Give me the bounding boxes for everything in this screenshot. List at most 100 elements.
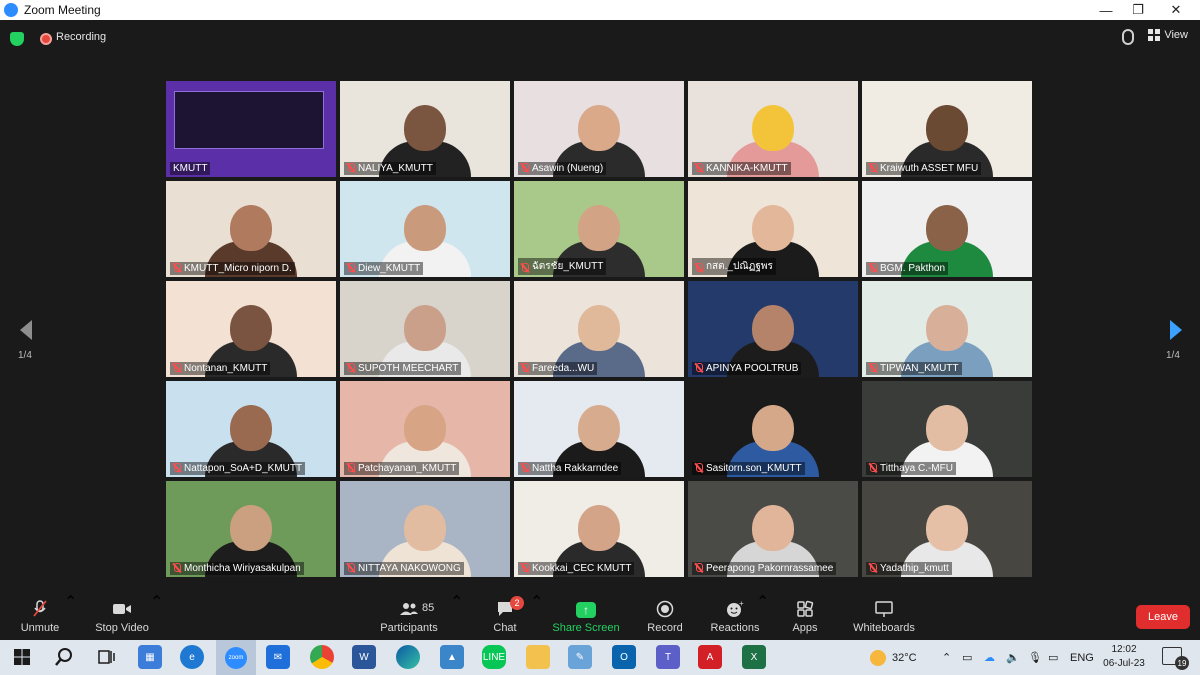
participant-tile[interactable]: Fareeda...WU: [514, 281, 684, 377]
task-view-icon[interactable]: [94, 645, 118, 669]
participant-face: [230, 305, 272, 351]
participant-tile[interactable]: ฉัตรชัย_KMUTT: [514, 181, 684, 277]
stop-video-button[interactable]: Stop Video: [92, 592, 152, 640]
participant-tile[interactable]: NALIYA_KMUTT: [340, 81, 510, 177]
notification-center-icon[interactable]: 19: [1162, 647, 1189, 670]
audio-options-chevron-up-icon[interactable]: ⌃: [64, 592, 77, 618]
maximize-button[interactable]: ❐: [1120, 0, 1156, 20]
participant-name: NALIYA_KMUTT: [344, 162, 436, 175]
muted-mic-icon: [521, 463, 529, 472]
unmute-button[interactable]: Unmute: [18, 592, 62, 640]
network-icon[interactable]: ▭: [962, 640, 972, 675]
video-options-chevron-up-icon[interactable]: ⌃: [150, 592, 163, 618]
whiteboards-button[interactable]: Whiteboards: [852, 592, 916, 640]
muted-mic-icon: [869, 363, 877, 372]
microphone-icon[interactable]: 🎙: [1028, 640, 1042, 675]
view-label: View: [1164, 29, 1188, 41]
teams-app-icon[interactable]: T: [656, 645, 680, 669]
participant-tile[interactable]: Nontanan_KMUTT: [166, 281, 336, 377]
onedrive-cloud-icon[interactable]: ☁: [984, 640, 995, 675]
meeting-toolbar: Unmute ⌃ Stop Video ⌃ 85 Participants ⌃ …: [0, 592, 1200, 640]
record-button[interactable]: Record: [645, 592, 685, 640]
participant-face: [926, 405, 968, 451]
previous-page-arrow-icon[interactable]: [16, 318, 36, 342]
participant-tile[interactable]: KMUTT: [166, 81, 336, 177]
reactions-options-chevron-up-icon[interactable]: ⌃: [756, 592, 769, 618]
weather-sun-icon: [870, 649, 886, 666]
participant-tile[interactable]: Diew_KMUTT: [340, 181, 510, 277]
participant-tile[interactable]: Titthaya C.-MFU: [862, 381, 1032, 477]
muted-mic-icon: [695, 263, 703, 272]
participant-face: [752, 505, 794, 551]
participant-name: Nattapon_SoA+D_KMUTT: [170, 462, 306, 475]
reactions-button[interactable]: + Reactions: [710, 592, 760, 640]
participant-face: [404, 305, 446, 351]
notepad-app-icon[interactable]: ✎: [568, 645, 592, 669]
participant-tile[interactable]: Asawin (Nueng): [514, 81, 684, 177]
system-clock[interactable]: 12:02 06-Jul-23: [1098, 643, 1150, 671]
close-button[interactable]: ✕: [1158, 0, 1194, 20]
participant-tile[interactable]: Kookkai_CEC KMUTT: [514, 481, 684, 577]
participant-tile[interactable]: Monthicha Wiriyasakulpan: [166, 481, 336, 577]
volume-speaker-icon[interactable]: 🔈: [1006, 640, 1020, 675]
photos-app-icon[interactable]: ▲: [440, 645, 464, 669]
participant-face: [230, 405, 272, 451]
participant-tile[interactable]: Sasitorn.son_KMUTT: [688, 381, 858, 477]
participant-tile[interactable]: Nattha Rakkarndee: [514, 381, 684, 477]
share-screen-button[interactable]: ↑ Share Screen: [552, 592, 620, 640]
meeting-top-strip: Recording View: [0, 20, 1200, 60]
outlook-app-icon[interactable]: O: [612, 645, 636, 669]
participant-face: [404, 105, 446, 151]
participant-tile[interactable]: Nattapon_SoA+D_KMUTT: [166, 381, 336, 477]
chat-options-chevron-up-icon[interactable]: ⌃: [530, 592, 543, 618]
recording-label[interactable]: Recording: [56, 31, 106, 43]
internet-explorer-icon[interactable]: e: [180, 645, 204, 669]
view-button[interactable]: View: [1148, 29, 1188, 41]
mail-app-icon[interactable]: ✉: [266, 645, 290, 669]
chat-button[interactable]: 2 Chat: [488, 592, 524, 640]
file-explorer-icon[interactable]: [526, 645, 550, 669]
participant-tile[interactable]: Kraiwuth ASSET MFU: [862, 81, 1032, 177]
leave-button[interactable]: Leave: [1136, 605, 1190, 629]
store-app-icon[interactable]: ▦: [138, 645, 162, 669]
next-page-arrow-icon[interactable]: [1166, 318, 1186, 342]
participant-tile[interactable]: กสต._ปณิฏฐพร: [688, 181, 858, 277]
muted-mic-icon: [347, 363, 355, 372]
windows-start-icon[interactable]: [10, 645, 34, 669]
excel-app-icon[interactable]: X: [742, 645, 766, 669]
temperature: 32°C: [892, 651, 917, 664]
page-indicator-right: 1/4: [1166, 350, 1180, 361]
word-app-icon[interactable]: W: [352, 645, 376, 669]
chrome-browser-icon[interactable]: [310, 645, 334, 669]
security-shield-icon[interactable]: [10, 32, 24, 46]
participant-tile[interactable]: SUPOTH MEECHART: [340, 281, 510, 377]
participant-name: SUPOTH MEECHART: [344, 362, 462, 375]
window-title: Zoom Meeting: [24, 3, 101, 17]
zoom-taskbar-button[interactable]: zoom: [216, 640, 256, 675]
participant-tile[interactable]: BGM. Pakthon: [862, 181, 1032, 277]
battery-icon[interactable]: ▭: [1048, 640, 1058, 675]
acrobat-app-icon[interactable]: A: [698, 645, 722, 669]
participants-button[interactable]: 85 Participants: [378, 592, 440, 640]
input-language[interactable]: ENG: [1070, 640, 1094, 675]
participant-tile[interactable]: APINYA POOLTRUB: [688, 281, 858, 377]
participant-tile[interactable]: KANNIKA-KMUTT: [688, 81, 858, 177]
line-app-icon[interactable]: LINE: [482, 645, 506, 669]
muted-mic-icon: [869, 163, 877, 172]
participant-tile[interactable]: Patchayanan_KMUTT: [340, 381, 510, 477]
participants-options-chevron-up-icon[interactable]: ⌃: [450, 592, 463, 618]
show-hidden-icons-chevron-up-icon[interactable]: ⌃: [942, 640, 951, 675]
search-icon[interactable]: [52, 645, 76, 669]
participant-tile[interactable]: Yadathip_kmutt: [862, 481, 1032, 577]
muted-mic-icon: [521, 263, 529, 272]
edge-browser-icon[interactable]: [396, 645, 420, 669]
weather-widget[interactable]: 32°C: [870, 640, 917, 675]
participant-tile[interactable]: TIPWAN_KMUTT: [862, 281, 1032, 377]
participant-tile[interactable]: NITTAYA NAKOWONG: [340, 481, 510, 577]
apps-button[interactable]: Apps: [790, 592, 820, 640]
immersive-view-icon[interactable]: [1122, 29, 1134, 45]
participant-tile[interactable]: KMUTT_Micro niporn D.: [166, 181, 336, 277]
recording-icon[interactable]: [40, 33, 52, 45]
minimize-button[interactable]: —: [1088, 0, 1124, 20]
participant-tile[interactable]: Peerapong Pakornrassamee: [688, 481, 858, 577]
